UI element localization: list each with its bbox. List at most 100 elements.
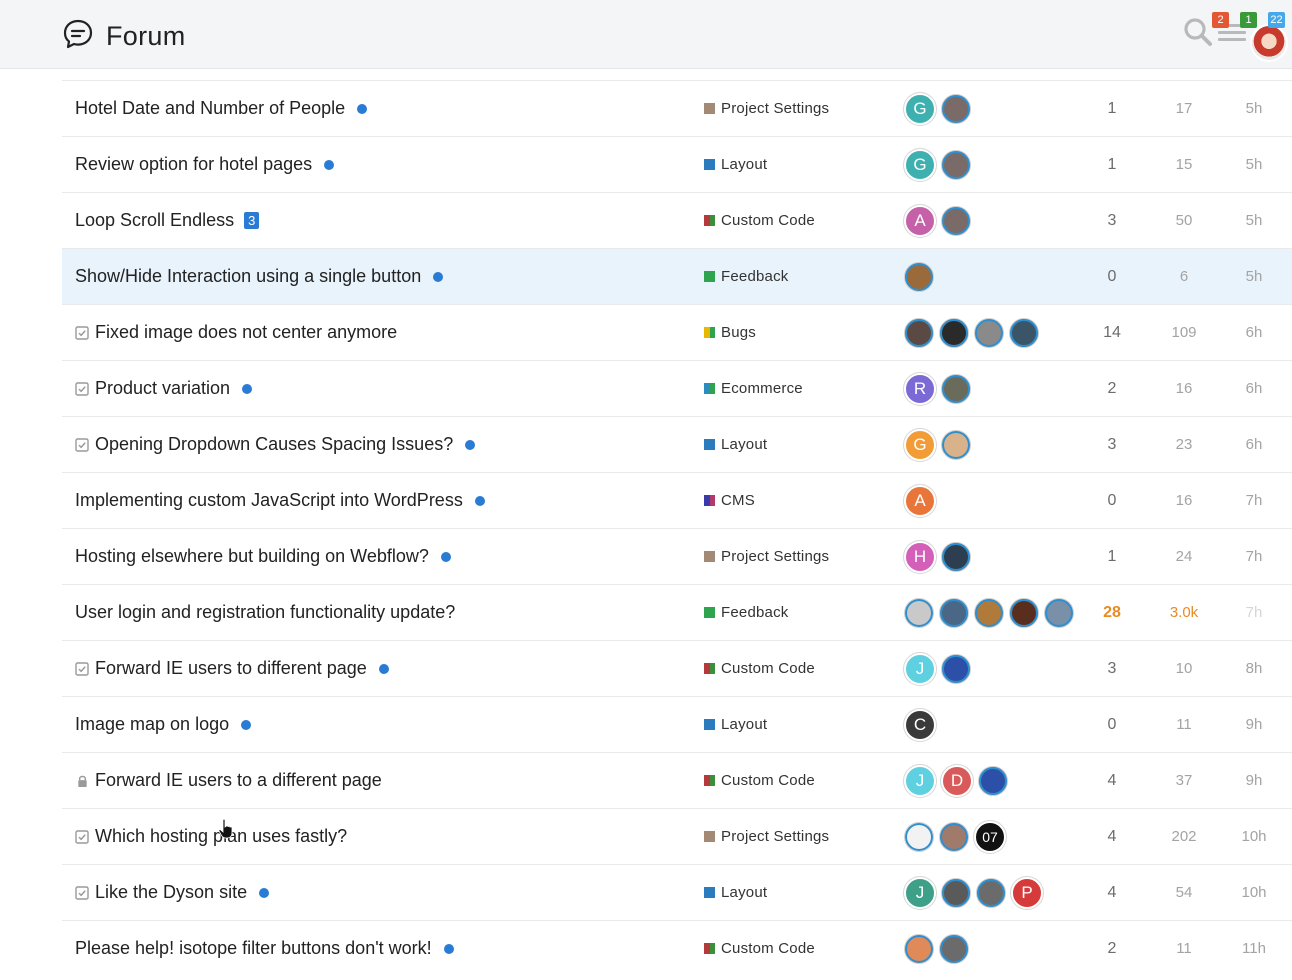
- participant-avatar[interactable]: [904, 821, 934, 852]
- last-activity[interactable]: 5h: [1224, 137, 1284, 192]
- participant-avatar[interactable]: J: [903, 763, 937, 798]
- last-activity[interactable]: 9h: [1224, 753, 1284, 808]
- last-activity[interactable]: 6h: [1224, 417, 1284, 472]
- participant-avatar[interactable]: [904, 261, 934, 292]
- last-activity[interactable]: 7h: [1224, 529, 1284, 584]
- participant-avatar[interactable]: [939, 821, 969, 852]
- topic-title-link[interactable]: Review option for hotel pages: [75, 154, 312, 175]
- topic-category[interactable]: Layout: [704, 697, 767, 752]
- last-activity[interactable]: 8h: [1224, 641, 1284, 696]
- topic-row[interactable]: User login and registration functionalit…: [62, 584, 1292, 640]
- topic-title-link[interactable]: Fixed image does not center anymore: [95, 322, 397, 343]
- replies-count[interactable]: 1: [1082, 137, 1142, 192]
- topic-row[interactable]: Review option for hotel pages Layout G 1 15 5…: [62, 136, 1292, 192]
- last-activity[interactable]: 10h: [1224, 809, 1284, 864]
- new-posts-count-badge[interactable]: 3: [244, 212, 260, 229]
- last-activity[interactable]: 6h: [1224, 361, 1284, 416]
- participant-avatar[interactable]: [904, 597, 934, 628]
- topic-title-link[interactable]: Hosting elsewhere but building on Webflo…: [75, 546, 429, 567]
- current-user-avatar[interactable]: [1250, 24, 1288, 62]
- topic-category[interactable]: Bugs: [704, 305, 756, 360]
- other-badge[interactable]: 22: [1268, 12, 1285, 28]
- topic-title-link[interactable]: User login and registration functionalit…: [75, 602, 455, 623]
- replies-count[interactable]: 4: [1082, 753, 1142, 808]
- search-icon[interactable]: [1182, 16, 1214, 48]
- participant-avatar[interactable]: [1009, 317, 1039, 348]
- participant-avatar[interactable]: [939, 317, 969, 348]
- participant-avatar[interactable]: J: [903, 875, 937, 910]
- replies-count[interactable]: 3: [1082, 641, 1142, 696]
- participant-avatar[interactable]: [941, 93, 971, 124]
- replies-count[interactable]: 0: [1082, 697, 1142, 752]
- participant-avatar[interactable]: G: [903, 427, 937, 462]
- topic-category[interactable]: Layout: [704, 417, 767, 472]
- last-activity[interactable]: 5h: [1224, 193, 1284, 248]
- replies-count[interactable]: 2: [1082, 361, 1142, 416]
- last-activity[interactable]: 5h: [1224, 249, 1284, 304]
- topic-category[interactable]: Custom Code: [704, 753, 815, 808]
- topic-title-link[interactable]: Forward IE users to a different page: [95, 770, 382, 791]
- topic-row[interactable]: Implementing custom JavaScript into Word…: [62, 472, 1292, 528]
- participant-avatar[interactable]: J: [903, 651, 937, 686]
- participant-avatar[interactable]: H: [903, 539, 937, 574]
- participant-avatar[interactable]: [1009, 597, 1039, 628]
- participant-avatar[interactable]: [904, 933, 934, 964]
- replies-count[interactable]: 28: [1082, 585, 1142, 640]
- replies-count[interactable]: 0: [1082, 473, 1142, 528]
- participant-avatar[interactable]: [941, 653, 971, 684]
- topic-category[interactable]: Project Settings: [704, 81, 829, 136]
- participant-avatar[interactable]: G: [903, 147, 937, 182]
- topic-category[interactable]: Feedback: [704, 249, 788, 304]
- participant-avatar[interactable]: D: [940, 763, 974, 798]
- replies-count[interactable]: 3: [1082, 417, 1142, 472]
- notification-badge[interactable]: 2: [1212, 12, 1229, 28]
- participant-avatar[interactable]: [941, 149, 971, 180]
- replies-count[interactable]: 0: [1082, 249, 1142, 304]
- topic-row[interactable]: Loop Scroll Endless 3 Custom Code A 3 50 5h: [62, 192, 1292, 248]
- topic-row[interactable]: Forward IE users to different page Custom…: [62, 640, 1292, 696]
- replies-count[interactable]: 1: [1082, 81, 1142, 136]
- topic-title-link[interactable]: Like the Dyson site: [95, 882, 247, 903]
- topic-title-link[interactable]: Hotel Date and Number of People: [75, 98, 345, 119]
- topic-title-link[interactable]: Show/Hide Interaction using a single but…: [75, 266, 421, 287]
- message-badge[interactable]: 1: [1240, 12, 1257, 28]
- last-activity[interactable]: 6h: [1224, 305, 1284, 360]
- topic-title-link[interactable]: Forward IE users to different page: [95, 658, 367, 679]
- participant-avatar[interactable]: [941, 541, 971, 572]
- participant-avatar[interactable]: [941, 373, 971, 404]
- topic-category[interactable]: Custom Code: [704, 641, 815, 696]
- topic-row[interactable]: Hosting elsewhere but building on Webflo…: [62, 528, 1292, 584]
- topic-row[interactable]: Show/Hide Interaction using a single but…: [62, 248, 1292, 304]
- participant-avatar[interactable]: A: [903, 203, 937, 238]
- participant-avatar[interactable]: A: [903, 483, 937, 518]
- participant-avatar[interactable]: [974, 317, 1004, 348]
- topic-title-link[interactable]: Implementing custom JavaScript into Word…: [75, 490, 463, 511]
- topic-title-link[interactable]: Please help! isotope filter buttons don'…: [75, 938, 432, 959]
- topic-title-link[interactable]: Loop Scroll Endless: [75, 210, 234, 231]
- topic-row[interactable]: Forward IE users to a different page Cust…: [62, 752, 1292, 808]
- topic-row[interactable]: Please help! isotope filter buttons don'…: [62, 920, 1292, 976]
- participant-avatar[interactable]: [978, 765, 1008, 796]
- topic-row[interactable]: Hotel Date and Number of People Project S…: [62, 80, 1292, 136]
- participant-avatar[interactable]: [941, 429, 971, 460]
- topic-category[interactable]: Layout: [704, 865, 767, 920]
- forum-logo[interactable]: Forum: [62, 18, 186, 55]
- replies-count[interactable]: 3: [1082, 193, 1142, 248]
- topic-row[interactable]: Image map on logo Layout C 0 11 9h: [62, 696, 1292, 752]
- participant-avatar[interactable]: [941, 877, 971, 908]
- replies-count[interactable]: 4: [1082, 865, 1142, 920]
- topic-title-link[interactable]: Opening Dropdown Causes Spacing Issues?: [95, 434, 453, 455]
- participant-avatar[interactable]: 07: [973, 819, 1007, 854]
- last-activity[interactable]: 11h: [1224, 921, 1284, 976]
- topic-row[interactable]: Which hosting plan uses fastly? Project S…: [62, 808, 1292, 864]
- topic-category[interactable]: Layout: [704, 137, 767, 192]
- participant-avatar[interactable]: [939, 597, 969, 628]
- participant-avatar[interactable]: [976, 877, 1006, 908]
- topic-category[interactable]: Project Settings: [704, 529, 829, 584]
- replies-count[interactable]: 4: [1082, 809, 1142, 864]
- participant-avatar[interactable]: [941, 205, 971, 236]
- last-activity[interactable]: 10h: [1224, 865, 1284, 920]
- topic-category[interactable]: Project Settings: [704, 809, 829, 864]
- participant-avatar[interactable]: C: [903, 707, 937, 742]
- participant-avatar[interactable]: R: [903, 371, 937, 406]
